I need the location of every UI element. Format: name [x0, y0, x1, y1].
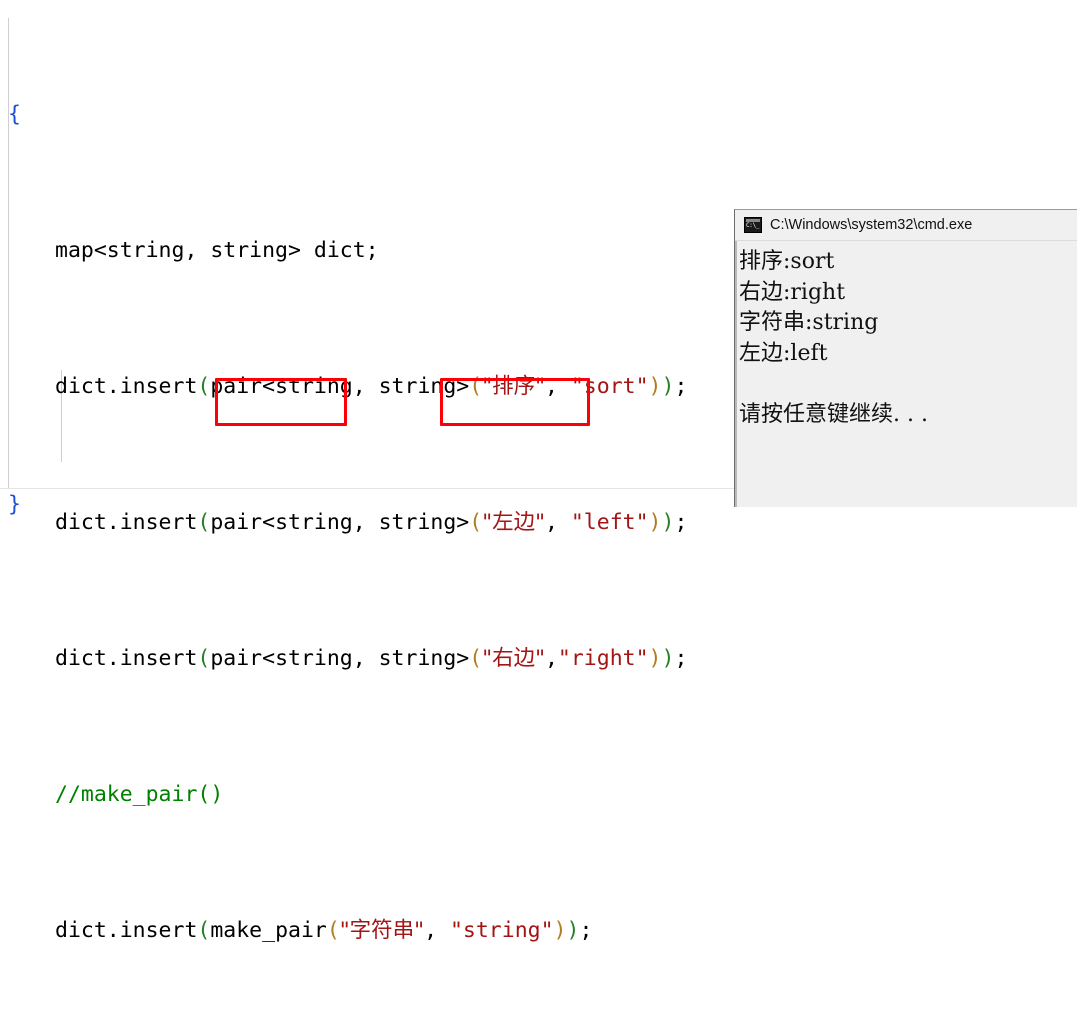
- paren-token: ): [661, 374, 675, 399]
- brace-token: {: [8, 102, 21, 127]
- code-token: ;: [674, 646, 688, 671]
- code-text-area[interactable]: { map<string, string> dict; dict.insert(…: [0, 0, 1000, 1014]
- cmd-left-edge: [735, 241, 737, 507]
- paren-token: (: [469, 646, 483, 671]
- highlight-box-it-first: [215, 378, 347, 426]
- paren-token: (: [469, 510, 483, 535]
- editor-bottom-divider: [0, 488, 734, 489]
- code-token: ;: [674, 510, 688, 535]
- code-token: ,: [544, 646, 558, 671]
- string-literal: "右边": [482, 646, 545, 671]
- paren-token: ): [566, 918, 580, 943]
- cmd-output-area[interactable]: 排序:sort 右边:right 字符串:string 左边:left 请按任意…: [735, 241, 1077, 507]
- code-line-close-brace: }: [8, 492, 21, 517]
- highlight-box-it-second: [440, 378, 590, 426]
- paren-token: (: [197, 918, 211, 943]
- code-token: make_pair: [210, 918, 327, 943]
- paren-token: ): [648, 374, 662, 399]
- string-literal: "左边": [482, 510, 545, 535]
- string-literal: "right": [557, 646, 649, 671]
- code-token: dict.insert: [55, 918, 198, 943]
- comment-token: //make_pair(): [55, 782, 224, 807]
- console-output-line: 排序:sort: [739, 249, 835, 274]
- console-prompt-line: 请按任意键继续. . .: [739, 402, 928, 427]
- string-literal: "字符串": [339, 918, 425, 943]
- code-line-6: dict.insert(make_pair("字符串", "string"));: [0, 914, 1000, 948]
- cmd-console-window[interactable]: C:\Windows\system32\cmd.exe 排序:sort 右边:r…: [734, 209, 1077, 507]
- code-line-3: dict.insert(pair<string, string>("左边", "…: [0, 506, 1000, 540]
- string-literal: "left": [570, 510, 649, 535]
- code-token: ;: [579, 918, 593, 943]
- code-token: map<string, string> dict;: [55, 238, 379, 263]
- code-line-5-comment: //make_pair(): [0, 778, 1000, 812]
- code-token: ,: [544, 510, 571, 535]
- paren-token: ): [661, 646, 675, 671]
- cmd-title-bar[interactable]: C:\Windows\system32\cmd.exe: [735, 210, 1077, 241]
- paren-token: (: [326, 918, 340, 943]
- code-token: dict.insert: [55, 374, 198, 399]
- code-token: dict.insert: [55, 646, 198, 671]
- paren-token: (: [197, 374, 211, 399]
- string-literal: "string": [449, 918, 554, 943]
- code-line-4: dict.insert(pair<string, string>("右边","r…: [0, 642, 1000, 676]
- code-token: dict.insert: [55, 510, 198, 535]
- paren-token: ): [648, 646, 662, 671]
- cmd-title-text: C:\Windows\system32\cmd.exe: [770, 217, 973, 233]
- paren-token: ): [648, 510, 662, 535]
- cmd-icon: [744, 217, 762, 233]
- code-token: ,: [424, 918, 450, 943]
- console-output-line: 字符串:string: [739, 310, 879, 335]
- paren-token: (: [197, 510, 211, 535]
- paren-token: ): [553, 918, 567, 943]
- code-token: pair<string, string>: [210, 510, 470, 535]
- paren-token: ): [661, 510, 675, 535]
- code-token: pair<string, string>: [210, 646, 470, 671]
- console-output-line: 右边:right: [739, 279, 846, 305]
- code-token: ;: [674, 374, 688, 399]
- console-output-line: 左边:left: [739, 340, 828, 366]
- code-line-open-brace: {: [0, 98, 1000, 132]
- paren-token: (: [197, 646, 211, 671]
